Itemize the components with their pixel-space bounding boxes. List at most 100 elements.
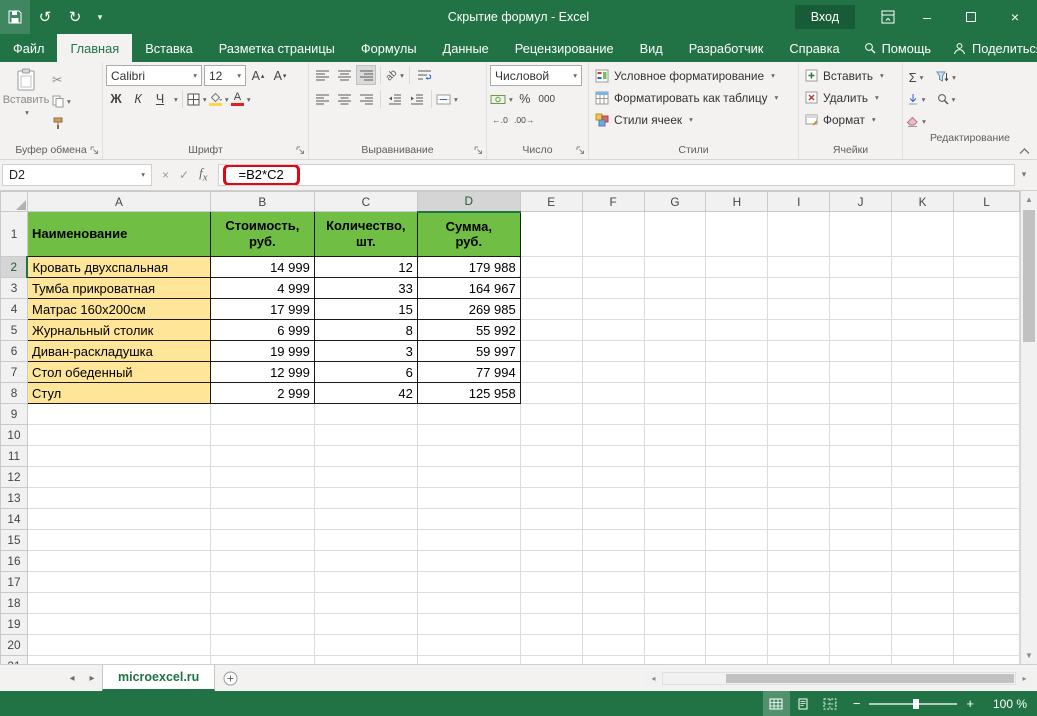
cell-B2[interactable]: 14 999: [210, 257, 314, 278]
cell-C7[interactable]: 6: [314, 362, 417, 383]
cell-H4[interactable]: [706, 299, 768, 320]
cell-B1[interactable]: Стоимость, руб.: [210, 212, 314, 257]
cell-E11[interactable]: [520, 446, 582, 467]
cell-J19[interactable]: [830, 614, 892, 635]
col-header-G[interactable]: G: [644, 192, 706, 212]
close-button[interactable]: ×: [993, 0, 1037, 34]
row-header-20[interactable]: 20: [1, 635, 28, 656]
cell-L4[interactable]: [953, 299, 1019, 320]
cell-D7[interactable]: 77 994: [417, 362, 520, 383]
cell-F13[interactable]: [582, 488, 644, 509]
cell-A17[interactable]: [27, 572, 210, 593]
page-layout-view-icon[interactable]: [790, 691, 817, 716]
cell-G10[interactable]: [644, 425, 706, 446]
cell-A2[interactable]: Кровать двухспальная: [27, 257, 210, 278]
cell-H7[interactable]: [706, 362, 768, 383]
col-header-E[interactable]: E: [520, 192, 582, 212]
cell-A16[interactable]: [27, 551, 210, 572]
cell-E13[interactable]: [520, 488, 582, 509]
cell-K18[interactable]: [892, 593, 954, 614]
cell-A5[interactable]: Журнальный столик: [27, 320, 210, 341]
cell-C10[interactable]: [314, 425, 417, 446]
alignment-dialog-launcher-icon[interactable]: [474, 146, 483, 155]
cell-C19[interactable]: [314, 614, 417, 635]
cell-D16[interactable]: [417, 551, 520, 572]
cell-E4[interactable]: [520, 299, 582, 320]
row-header-17[interactable]: 17: [1, 572, 28, 593]
format-cells-button[interactable]: Формат▾: [802, 109, 879, 130]
cell-D17[interactable]: [417, 572, 520, 593]
row-header-6[interactable]: 6: [1, 341, 28, 362]
clipboard-dialog-launcher-icon[interactable]: [90, 146, 99, 155]
cell-D9[interactable]: [417, 404, 520, 425]
cell-D8[interactable]: 125 958: [417, 383, 520, 404]
cell-styles-button[interactable]: Стили ячеек▾: [592, 109, 696, 130]
cell-C11[interactable]: [314, 446, 417, 467]
col-header-C[interactable]: C: [314, 192, 417, 212]
row-header-2[interactable]: 2: [1, 257, 28, 278]
sort-filter-button[interactable]: ▾: [936, 67, 956, 87]
row-header-5[interactable]: 5: [1, 320, 28, 341]
cell-G11[interactable]: [644, 446, 706, 467]
cell-L2[interactable]: [953, 257, 1019, 278]
maximize-button[interactable]: [949, 0, 993, 34]
cell-F19[interactable]: [582, 614, 644, 635]
row-header-10[interactable]: 10: [1, 425, 28, 446]
col-header-L[interactable]: L: [953, 192, 1019, 212]
cell-G3[interactable]: [644, 278, 706, 299]
cell-B9[interactable]: [210, 404, 314, 425]
cell-A14[interactable]: [27, 509, 210, 530]
cell-F7[interactable]: [582, 362, 644, 383]
cell-G5[interactable]: [644, 320, 706, 341]
cell-K3[interactable]: [892, 278, 954, 299]
col-header-F[interactable]: F: [582, 192, 644, 212]
row-header-14[interactable]: 14: [1, 509, 28, 530]
cell-C20[interactable]: [314, 635, 417, 656]
cell-J13[interactable]: [830, 488, 892, 509]
cell-G20[interactable]: [644, 635, 706, 656]
cell-G7[interactable]: [644, 362, 706, 383]
cell-I15[interactable]: [768, 530, 830, 551]
cell-C17[interactable]: [314, 572, 417, 593]
paste-button[interactable]: Вставить ▾: [3, 65, 49, 117]
cell-D15[interactable]: [417, 530, 520, 551]
cell-L6[interactable]: [953, 341, 1019, 362]
cell-B10[interactable]: [210, 425, 314, 446]
cell-F18[interactable]: [582, 593, 644, 614]
confirm-entry-icon[interactable]: ✓: [179, 168, 189, 182]
next-sheet-arrow-icon[interactable]: ▸: [82, 665, 102, 691]
cell-I6[interactable]: [768, 341, 830, 362]
cell-K11[interactable]: [892, 446, 954, 467]
cell-K1[interactable]: [892, 212, 954, 257]
insert-function-icon[interactable]: fx: [199, 165, 207, 184]
cell-C18[interactable]: [314, 593, 417, 614]
cell-G19[interactable]: [644, 614, 706, 635]
cell-E8[interactable]: [520, 383, 582, 404]
cell-B19[interactable]: [210, 614, 314, 635]
tab-insert[interactable]: Вставка: [132, 34, 206, 62]
cell-B3[interactable]: 4 999: [210, 278, 314, 299]
cell-A8[interactable]: Стул: [27, 383, 210, 404]
cell-I2[interactable]: [768, 257, 830, 278]
cell-I4[interactable]: [768, 299, 830, 320]
cell-D14[interactable]: [417, 509, 520, 530]
cell-B8[interactable]: 2 999: [210, 383, 314, 404]
find-select-button[interactable]: ▾: [936, 89, 956, 109]
cell-I8[interactable]: [768, 383, 830, 404]
cell-G21[interactable]: [644, 656, 706, 665]
cell-D20[interactable]: [417, 635, 520, 656]
scroll-down-arrow-icon[interactable]: ▼: [1021, 647, 1037, 664]
cell-F8[interactable]: [582, 383, 644, 404]
cell-C13[interactable]: [314, 488, 417, 509]
cell-D12[interactable]: [417, 467, 520, 488]
cell-E16[interactable]: [520, 551, 582, 572]
cell-B11[interactable]: [210, 446, 314, 467]
cell-H6[interactable]: [706, 341, 768, 362]
row-header-19[interactable]: 19: [1, 614, 28, 635]
cell-D5[interactable]: 55 992: [417, 320, 520, 341]
row-header-18[interactable]: 18: [1, 593, 28, 614]
tab-help[interactable]: Справка: [776, 34, 852, 62]
zoom-slider[interactable]: [869, 703, 957, 705]
row-header-3[interactable]: 3: [1, 278, 28, 299]
cell-D21[interactable]: [417, 656, 520, 665]
